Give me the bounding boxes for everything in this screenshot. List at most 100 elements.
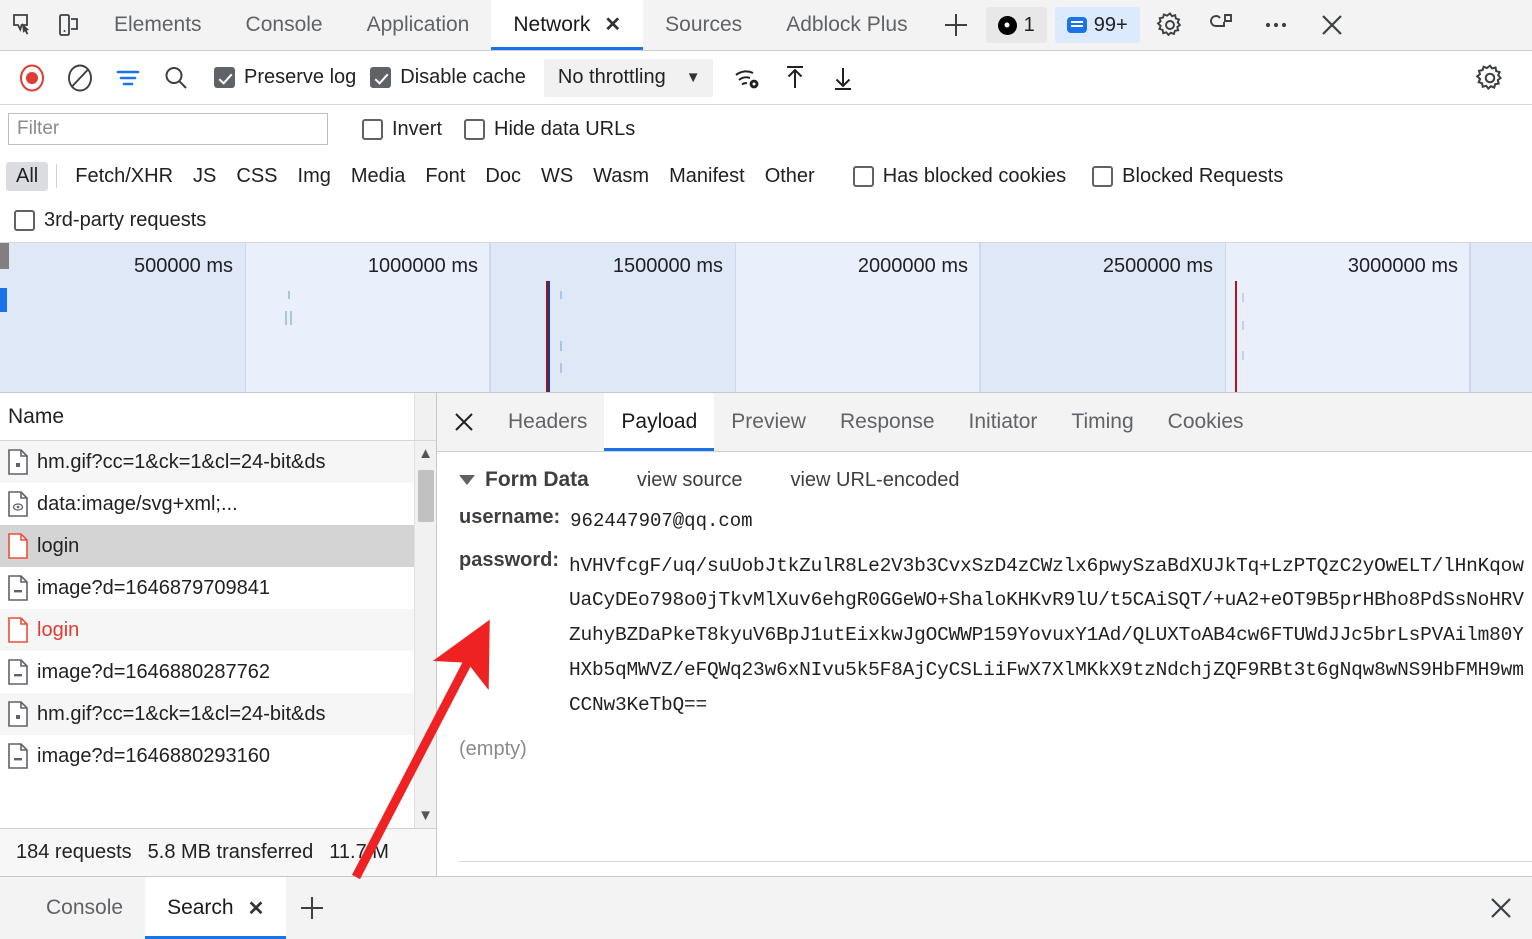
- hide-data-urls-checkbox[interactable]: Hide data URLs: [464, 118, 635, 141]
- detail-tab-cookies[interactable]: Cookies: [1151, 393, 1261, 451]
- customize-devtools-icon[interactable]: [1196, 0, 1248, 50]
- tab-adblock-plus[interactable]: Adblock Plus: [764, 0, 929, 50]
- document-icon: [8, 449, 28, 475]
- record-button-icon[interactable]: [8, 54, 56, 102]
- view-url-encoded-link[interactable]: view URL-encoded: [790, 469, 959, 492]
- scroll-up-icon[interactable]: ▲: [418, 441, 433, 466]
- tab-console[interactable]: Console: [224, 0, 345, 50]
- view-source-link[interactable]: view source: [637, 469, 743, 492]
- message-count-badge[interactable]: 99+: [1054, 7, 1140, 43]
- device-toolbar-icon[interactable]: [46, 0, 92, 50]
- tab-application[interactable]: Application: [345, 0, 492, 50]
- request-name: image?d=1646880293160: [37, 744, 270, 767]
- overview-left-resizer[interactable]: [0, 288, 7, 312]
- close-tab-icon[interactable]: ✕: [604, 15, 621, 35]
- tab-network[interactable]: Network ✕: [491, 0, 644, 50]
- gear-icon[interactable]: [1144, 0, 1196, 50]
- table-row[interactable]: login: [0, 609, 436, 651]
- detail-tab-response[interactable]: Response: [823, 393, 952, 451]
- type-filter-doc[interactable]: Doc: [475, 162, 531, 191]
- clear-button-icon[interactable]: [56, 54, 104, 102]
- table-row[interactable]: hm.gif?cc=1&ck=1&cl=24-bit&ds: [0, 441, 436, 483]
- detail-tab-timing[interactable]: Timing: [1054, 393, 1150, 451]
- resource-type-filters: All Fetch/XHR JS CSS Img Media Font Doc …: [0, 153, 1532, 199]
- table-row[interactable]: image?d=1646880287762: [0, 651, 436, 693]
- request-list-scrollbar[interactable]: ▲ ▼: [414, 441, 436, 828]
- overview-tick-label: 2500000 ms: [1102, 255, 1213, 277]
- filter-input[interactable]: [8, 113, 328, 145]
- table-row[interactable]: hm.gif?cc=1&ck=1&cl=24-bit&ds: [0, 693, 436, 735]
- export-har-icon[interactable]: [819, 54, 867, 102]
- table-row[interactable]: login: [0, 525, 436, 567]
- request-name: image?d=1646880287762: [37, 660, 270, 683]
- filter-toggle-icon[interactable]: [104, 54, 152, 102]
- network-conditions-icon[interactable]: [723, 54, 771, 102]
- type-filter-fetch-xhr[interactable]: Fetch/XHR: [65, 162, 183, 191]
- username-value[interactable]: 962447907@qq.com: [570, 506, 752, 537]
- password-value[interactable]: hVHVfcgF/uq/suUobJtkZulR8Le2V3b3CvxSzD4z…: [569, 549, 1532, 723]
- request-list-header[interactable]: Name: [0, 393, 436, 441]
- type-filter-ws[interactable]: WS: [531, 162, 583, 191]
- type-filter-css[interactable]: CSS: [226, 162, 287, 191]
- collapse-triangle-icon[interactable]: [459, 475, 475, 485]
- type-filter-media[interactable]: Media: [341, 162, 415, 191]
- tab-label: Network: [513, 13, 591, 36]
- type-filter-manifest[interactable]: Manifest: [659, 162, 755, 191]
- table-row[interactable]: image?d=1646880293160: [0, 735, 436, 777]
- tab-sources[interactable]: Sources: [643, 0, 764, 50]
- inspect-element-icon[interactable]: [0, 0, 46, 50]
- type-filter-all[interactable]: All: [6, 161, 49, 191]
- throttling-select[interactable]: No throttling ▼: [543, 58, 713, 97]
- request-name: login: [37, 618, 80, 641]
- type-filter-font[interactable]: Font: [415, 162, 475, 191]
- invert-checkbox[interactable]: Invert: [362, 118, 442, 141]
- image-icon: [8, 491, 28, 517]
- drawer-tab-search[interactable]: Search ✕: [145, 877, 287, 939]
- error-count-badge[interactable]: 1: [985, 7, 1047, 43]
- blocked-requests-checkbox[interactable]: Blocked Requests: [1092, 165, 1283, 188]
- type-filter-img[interactable]: Img: [288, 162, 341, 191]
- request-rows[interactable]: hm.gif?cc=1&ck=1&cl=24-bit&ds data:image…: [0, 441, 436, 828]
- close-drawer-icon[interactable]: [1470, 877, 1532, 939]
- detail-tab-initiator[interactable]: Initiator: [952, 393, 1055, 451]
- preserve-log-checkbox[interactable]: Preserve log: [214, 66, 356, 89]
- more-options-icon[interactable]: [1248, 0, 1304, 50]
- import-har-icon[interactable]: [771, 54, 819, 102]
- request-name: hm.gif?cc=1&ck=1&cl=24-bit&ds: [37, 702, 326, 725]
- overview-gridline: [1470, 243, 1471, 392]
- form-data-header: Form Data view source view URL-encoded: [437, 468, 1532, 492]
- type-filter-wasm[interactable]: Wasm: [583, 162, 659, 191]
- has-blocked-cookies-checkbox[interactable]: Has blocked cookies: [852, 165, 1066, 188]
- scroll-down-icon[interactable]: ▼: [418, 803, 433, 828]
- type-filter-js[interactable]: JS: [183, 162, 226, 191]
- overview-request-bar: [560, 363, 562, 373]
- close-devtools-icon[interactable]: [1304, 0, 1360, 50]
- third-party-label: 3rd-party requests: [44, 209, 207, 231]
- column-header-name: Name: [8, 404, 65, 428]
- close-drawer-tab-icon[interactable]: ✕: [248, 896, 265, 921]
- close-detail-icon[interactable]: [437, 393, 491, 451]
- third-party-requests-checkbox[interactable]: 3rd-party requests: [14, 209, 206, 232]
- type-filter-other[interactable]: Other: [755, 162, 825, 191]
- network-settings-gear-icon[interactable]: [1466, 54, 1514, 102]
- overview-request-bar: [1242, 293, 1244, 302]
- detail-tab-preview[interactable]: Preview: [714, 393, 823, 451]
- add-panel-icon[interactable]: [930, 0, 982, 50]
- disable-cache-checkbox[interactable]: Disable cache: [370, 66, 526, 89]
- message-icon: [1066, 17, 1087, 33]
- add-drawer-tab-icon[interactable]: [286, 877, 338, 939]
- tab-elements[interactable]: Elements: [92, 0, 224, 50]
- detail-tab-payload[interactable]: Payload: [604, 393, 715, 451]
- username-key: username:: [459, 506, 561, 528]
- search-icon[interactable]: [152, 54, 200, 102]
- network-overview-timeline[interactable]: 500000 ms 1000000 ms 1500000 ms 2000000 …: [0, 243, 1532, 393]
- throttling-value: No throttling: [557, 66, 666, 88]
- scrollbar-thumb[interactable]: [417, 470, 434, 522]
- table-row[interactable]: data:image/svg+xml;...: [0, 483, 436, 525]
- drawer-tab-console[interactable]: Console: [24, 877, 145, 939]
- detail-tab-headers[interactable]: Headers: [491, 393, 604, 451]
- overview-left-handle[interactable]: [0, 243, 9, 269]
- type-filter-divider: [56, 164, 58, 188]
- table-row[interactable]: image?d=1646879709841: [0, 567, 436, 609]
- tab-label: Application: [366, 13, 470, 36]
